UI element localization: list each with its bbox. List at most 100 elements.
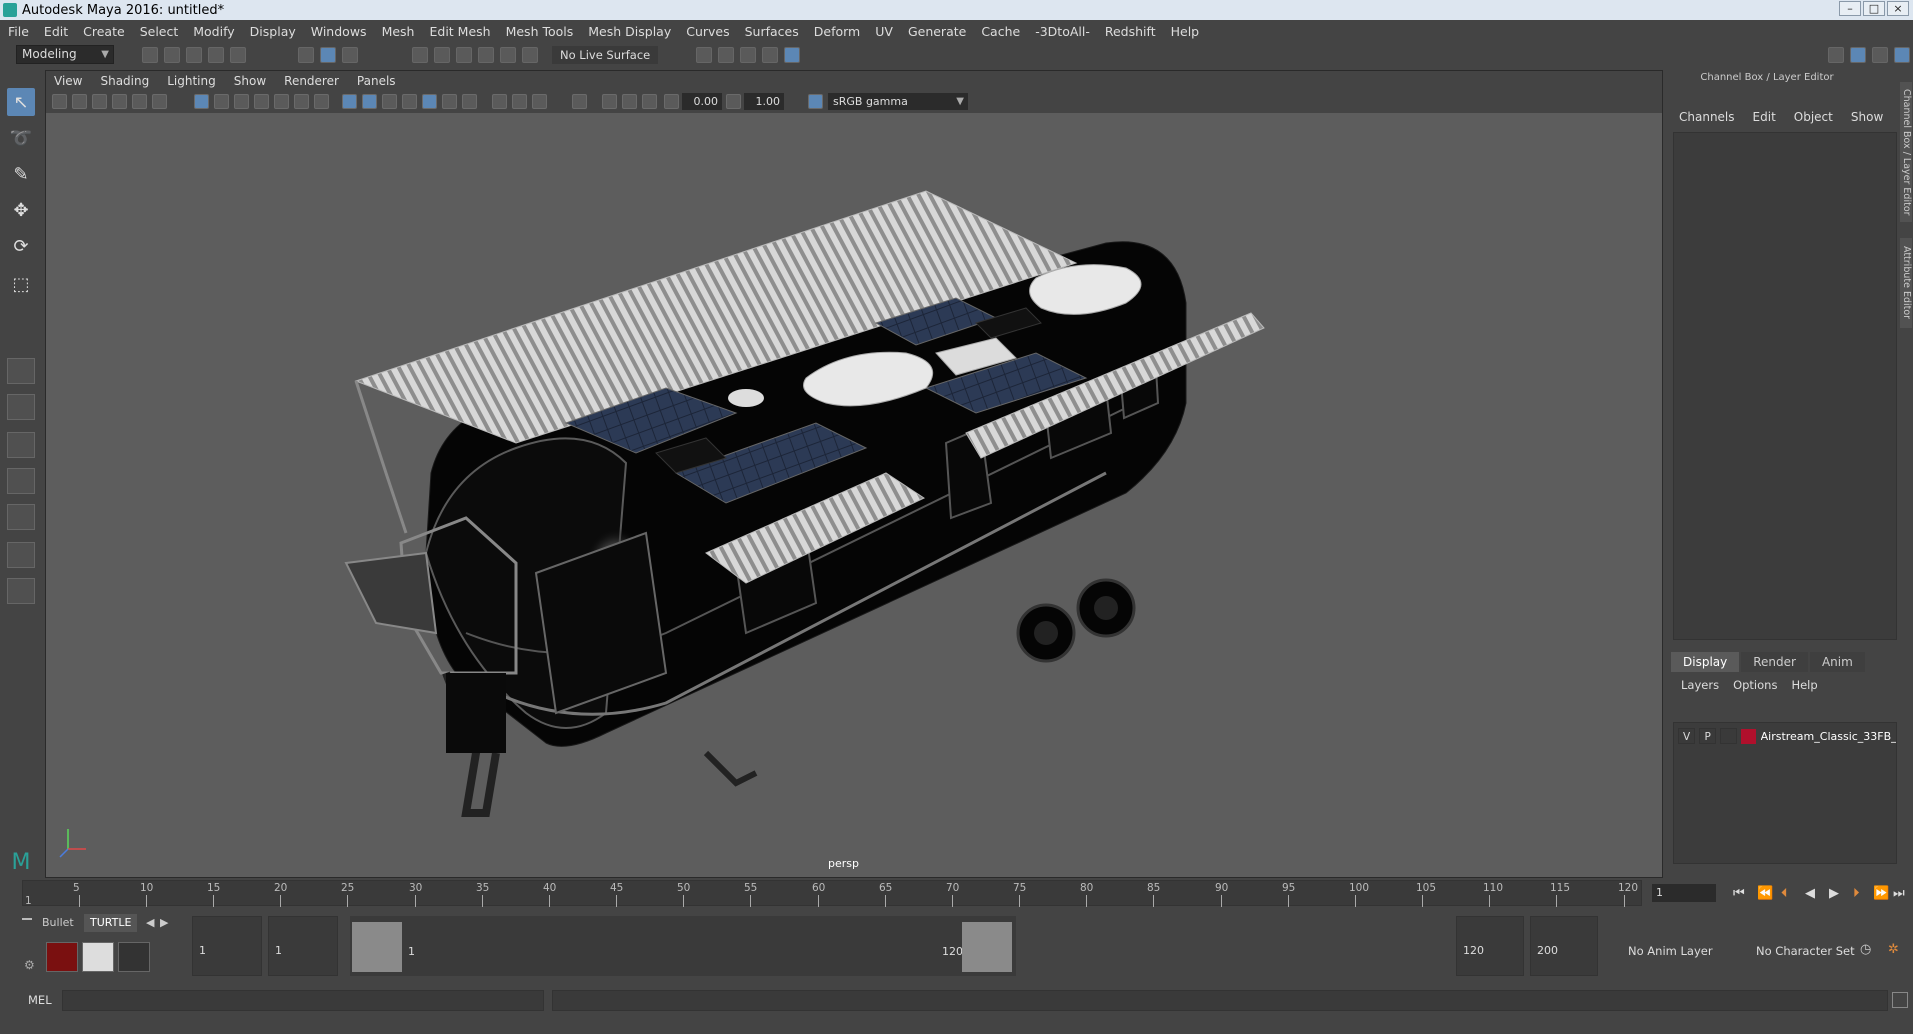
film-gate-icon[interactable] (214, 94, 229, 109)
viewport-menu-panels[interactable]: Panels (357, 74, 396, 88)
grid-icon[interactable] (194, 94, 209, 109)
menu-curves[interactable]: Curves (686, 24, 729, 39)
play-backwards-icon[interactable]: ◀ (1805, 886, 1815, 901)
camera-attributes-icon[interactable] (72, 94, 87, 109)
open-scene-icon[interactable] (164, 47, 180, 63)
xray-icon[interactable] (422, 94, 437, 109)
new-scene-icon[interactable] (142, 47, 158, 63)
outliner-persp-layout-icon[interactable] (7, 542, 35, 568)
play-forwards-icon[interactable]: ▶ (1829, 886, 1839, 901)
rotate-tool-icon[interactable]: ⟳ (7, 232, 35, 260)
menu-object[interactable]: Object (1794, 110, 1833, 124)
move-tool-icon[interactable]: ✥ (7, 196, 35, 224)
go-to-start-icon[interactable]: ⏮ (1733, 886, 1745, 901)
current-frame-field[interactable]: 1 (1652, 884, 1716, 902)
tab-display[interactable]: Display (1671, 652, 1740, 672)
snap-view-plane-icon[interactable] (478, 47, 494, 63)
shelf-tab-bullet[interactable]: Bullet (36, 914, 80, 932)
layer-color-swatch[interactable] (1741, 728, 1756, 744)
single-perspective-layout-icon[interactable] (7, 358, 35, 384)
layer-name[interactable]: Airstream_Classic_33FB_1 (1761, 730, 1896, 743)
menu-layers-help[interactable]: Help (1791, 678, 1817, 692)
tool-settings-toggle-icon[interactable] (1872, 47, 1888, 63)
make-live-icon[interactable] (522, 47, 538, 63)
save-scene-icon[interactable] (186, 47, 202, 63)
menu-select[interactable]: Select (140, 24, 179, 39)
safe-title-icon[interactable] (314, 94, 329, 109)
undo-icon[interactable] (208, 47, 224, 63)
snap-live-icon[interactable] (500, 47, 516, 63)
menu-uv[interactable]: UV (875, 24, 893, 39)
step-forward-key-icon[interactable]: ⏵ (1853, 886, 1860, 901)
menu-surfaces[interactable]: Surfaces (745, 24, 799, 39)
render-frame-icon[interactable] (696, 47, 712, 63)
menu-file[interactable]: File (8, 24, 29, 39)
time-slider-track[interactable]: 1 5 10 15 20 25 30 35 40 45 50 55 60 65 70 75 80 85 90 95 1… (22, 880, 1642, 907)
lasso-tool-icon[interactable]: ➰ (7, 124, 35, 152)
select-tool-icon[interactable]: ↖ (7, 88, 35, 116)
anti-aliasing-icon[interactable] (532, 94, 547, 109)
layer-visibility-toggle[interactable]: V (1678, 728, 1696, 744)
playback-end-field[interactable]: 120 (1456, 916, 1524, 976)
redo-icon[interactable] (230, 47, 246, 63)
channel-box-area[interactable] (1673, 132, 1897, 640)
menu-redshift[interactable]: Redshift (1105, 24, 1156, 39)
viewport-menu-show[interactable]: Show (234, 74, 266, 88)
viewport-menu-renderer[interactable]: Renderer (284, 74, 339, 88)
menu-mesh-display[interactable]: Mesh Display (588, 24, 671, 39)
render-settings-icon[interactable] (740, 47, 756, 63)
maximize-button[interactable]: □ (1863, 1, 1885, 16)
persp-graph-hypergraph-layout-icon[interactable] (7, 504, 35, 530)
script-editor-icon[interactable] (1892, 992, 1908, 1008)
shadows-icon[interactable] (462, 94, 477, 109)
auto-key-icon[interactable]: ◷ (1860, 942, 1871, 957)
select-hierarchy-icon[interactable] (298, 47, 314, 63)
select-object-icon[interactable] (320, 47, 336, 63)
command-language-label[interactable]: MEL (28, 993, 52, 1007)
menu-channels[interactable]: Channels (1679, 110, 1735, 124)
tab-anim[interactable]: Anim (1809, 652, 1865, 672)
layer-playback-toggle[interactable]: P (1699, 728, 1717, 744)
textured-icon[interactable] (402, 94, 417, 109)
bookmark-icon[interactable] (92, 94, 107, 109)
select-component-icon[interactable] (342, 47, 358, 63)
anim-layer-dropdown[interactable]: No Anim Layer (1628, 916, 1713, 976)
animation-preferences-icon[interactable]: ✲ (1888, 942, 1899, 957)
viewport-menu-lighting[interactable]: Lighting (167, 74, 216, 88)
shelf-scroll-right-icon[interactable]: ▶ (154, 914, 174, 932)
field-chart-icon[interactable] (274, 94, 289, 109)
menu-deform[interactable]: Deform (814, 24, 860, 39)
range-end-handle[interactable] (962, 922, 1012, 972)
menu-options[interactable]: Options (1733, 678, 1777, 692)
layer-display-type-toggle[interactable] (1720, 728, 1738, 744)
paint-select-tool-icon[interactable]: ✎ (7, 160, 35, 188)
menu-edit-mesh[interactable]: Edit Mesh (429, 24, 490, 39)
menu-generate[interactable]: Generate (908, 24, 966, 39)
menu-create[interactable]: Create (83, 24, 125, 39)
wireframe-icon[interactable] (342, 94, 357, 109)
use-lights-icon[interactable] (442, 94, 457, 109)
menu-windows[interactable]: Windows (311, 24, 367, 39)
turtle-render-icon[interactable] (46, 942, 78, 972)
attribute-editor-toggle-icon[interactable] (1850, 47, 1866, 63)
gamma-field[interactable]: 1.00 (744, 93, 784, 110)
exposure-icon[interactable] (664, 94, 679, 109)
four-view-layout-icon[interactable] (7, 394, 35, 420)
xray-joints-icon[interactable] (602, 94, 617, 109)
animation-start-field[interactable]: 1 (192, 916, 262, 976)
channel-box-toggle-icon[interactable] (1894, 47, 1910, 63)
resolution-gate-icon[interactable] (234, 94, 249, 109)
select-camera-icon[interactable] (52, 94, 67, 109)
turtle-bake-icon[interactable] (82, 942, 114, 972)
custom-layout-icon[interactable] (7, 578, 35, 604)
smooth-shade-icon[interactable] (362, 94, 377, 109)
tab-attribute-editor[interactable]: Attribute Editor (1900, 238, 1912, 328)
menu-channel-edit[interactable]: Edit (1753, 110, 1776, 124)
scale-tool-icon[interactable]: ⬚ (7, 270, 35, 298)
minimize-button[interactable]: – (1839, 1, 1861, 16)
menu-mesh-tools[interactable]: Mesh Tools (506, 24, 574, 39)
menu-display[interactable]: Display (250, 24, 296, 39)
snap-curve-icon[interactable] (434, 47, 450, 63)
menu-layers[interactable]: Layers (1681, 678, 1719, 692)
gate-mask-icon[interactable] (254, 94, 269, 109)
